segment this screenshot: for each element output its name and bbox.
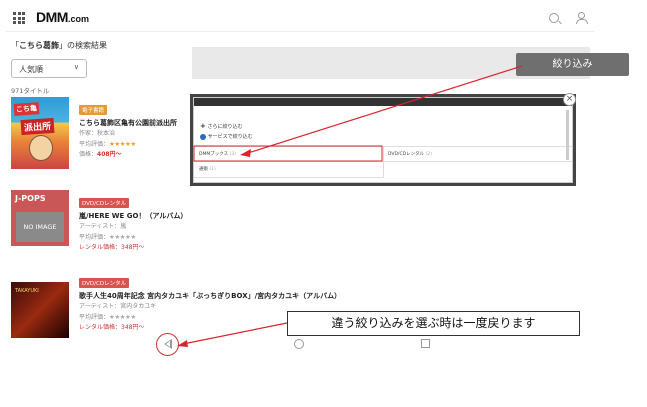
item-title[interactable]: 歌手人生40周年記念 宮内タカユキ「ぶっちぎりBOX」/宮内タカユキ（アルバム） bbox=[79, 291, 349, 301]
chevron-down-icon: ∨ bbox=[73, 63, 79, 71]
filter-option-dmm-books[interactable]: DMMブックス (3) bbox=[194, 147, 384, 162]
app-grid-icon[interactable] bbox=[13, 12, 25, 24]
category-badge: 電子書籍 bbox=[79, 105, 108, 115]
category-badge: DVD/CDレンタル bbox=[79, 278, 130, 288]
filter-options-table: DMMブックス (3) DVD/CDレンタル (2) 通販 (1) bbox=[194, 146, 572, 180]
user-icon[interactable] bbox=[575, 12, 588, 24]
modal-topbar bbox=[194, 98, 572, 106]
item-rating: 平均評価：★★★★★ bbox=[79, 140, 136, 148]
item-price: 価格：408円〜 bbox=[79, 151, 122, 158]
rating-stars-icon: ★★★★★ bbox=[109, 140, 136, 148]
item-artist: アーティスト：嵐 bbox=[79, 223, 127, 230]
search-results-title: 「こちら葛飾」の検索結果 bbox=[11, 41, 107, 50]
list-item[interactable]: こち亀 派出所 電子書籍 こちら葛飾区亀有公園前派出所 作家：秋本治 平均評価：… bbox=[11, 97, 197, 169]
plus-icon: + bbox=[200, 122, 206, 130]
service-filter-link[interactable]: サービスで絞り込む bbox=[200, 133, 253, 140]
item-rating: 平均評価：★★★★★ bbox=[79, 233, 136, 241]
nav-recent-apps-icon[interactable] bbox=[421, 339, 430, 348]
item-cover-image[interactable]: J-POPS NO IMAGE bbox=[11, 190, 69, 246]
item-cover-image[interactable]: こち亀 派出所 bbox=[11, 97, 69, 169]
filter-button[interactable]: 絞り込み bbox=[516, 53, 629, 76]
logo-text: DMM bbox=[36, 9, 68, 25]
item-rental-price: レンタル価格：348円〜 bbox=[79, 244, 145, 251]
service-filter-icon bbox=[200, 133, 206, 140]
item-meta: 電子書籍 こちら葛飾区亀有公園前派出所 作家：秋本治 平均評価：★★★★★ 価格… bbox=[79, 97, 197, 159]
more-filters-link[interactable]: + さらに絞り込む bbox=[200, 122, 242, 130]
sort-selected-value: 人気順 bbox=[19, 65, 43, 74]
close-icon[interactable]: × bbox=[563, 93, 576, 106]
filter-option-dvd-cd-rental[interactable]: DVD/CDレンタル (2) bbox=[384, 147, 572, 162]
item-title[interactable]: こちら葛飾区亀有公園前派出所 bbox=[79, 118, 197, 128]
nav-home-icon[interactable] bbox=[294, 339, 304, 349]
result-count: 971タイトル bbox=[11, 87, 50, 95]
dmm-logo[interactable]: DMM.com bbox=[36, 9, 89, 25]
category-badge: DVD/CDレンタル bbox=[79, 198, 130, 208]
header: DMM.com bbox=[5, 4, 595, 32]
nav-back-icon[interactable] bbox=[156, 333, 179, 356]
item-cover-image[interactable]: TAKAYUKI bbox=[11, 282, 69, 338]
filter-option-mail-order[interactable]: 通販 (1) bbox=[194, 162, 384, 178]
list-item[interactable]: J-POPS NO IMAGE DVD/CDレンタル 嵐/HERE WE GO！… bbox=[11, 190, 197, 251]
logo-suffix: .com bbox=[67, 14, 89, 24]
search-icon[interactable] bbox=[549, 13, 559, 23]
item-artist: アーティスト：宮内タカユキ bbox=[79, 303, 157, 310]
rating-stars-icon: ★★★★★ bbox=[109, 233, 136, 241]
item-author: 作家：秋本治 bbox=[79, 130, 116, 137]
item-title[interactable]: 嵐/HERE WE GO！（アルバム） bbox=[79, 211, 197, 221]
rating-stars-icon: ★★★★★ bbox=[109, 313, 136, 321]
item-meta: DVD/CDレンタル 嵐/HERE WE GO！（アルバム） アーティスト：嵐 … bbox=[79, 190, 197, 252]
sort-select[interactable]: 人気順 ∨ bbox=[11, 59, 87, 78]
search-query: こちら葛飾 bbox=[19, 41, 59, 50]
filter-modal: × + さらに絞り込む サービスで絞り込む DMMブックス (3) DVD/CD… bbox=[193, 93, 576, 183]
annotation-callout: 違う絞り込みを選ぶ時は一度戻ります bbox=[287, 311, 580, 336]
modal-scrollbar[interactable] bbox=[566, 110, 569, 160]
